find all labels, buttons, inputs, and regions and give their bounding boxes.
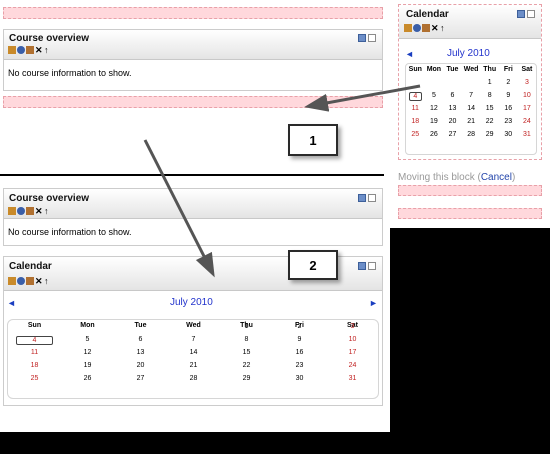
arrows-overlay (143, 84, 421, 278)
arrow-to-drop-zone (304, 84, 421, 112)
arrow-to-new-position (143, 139, 215, 278)
